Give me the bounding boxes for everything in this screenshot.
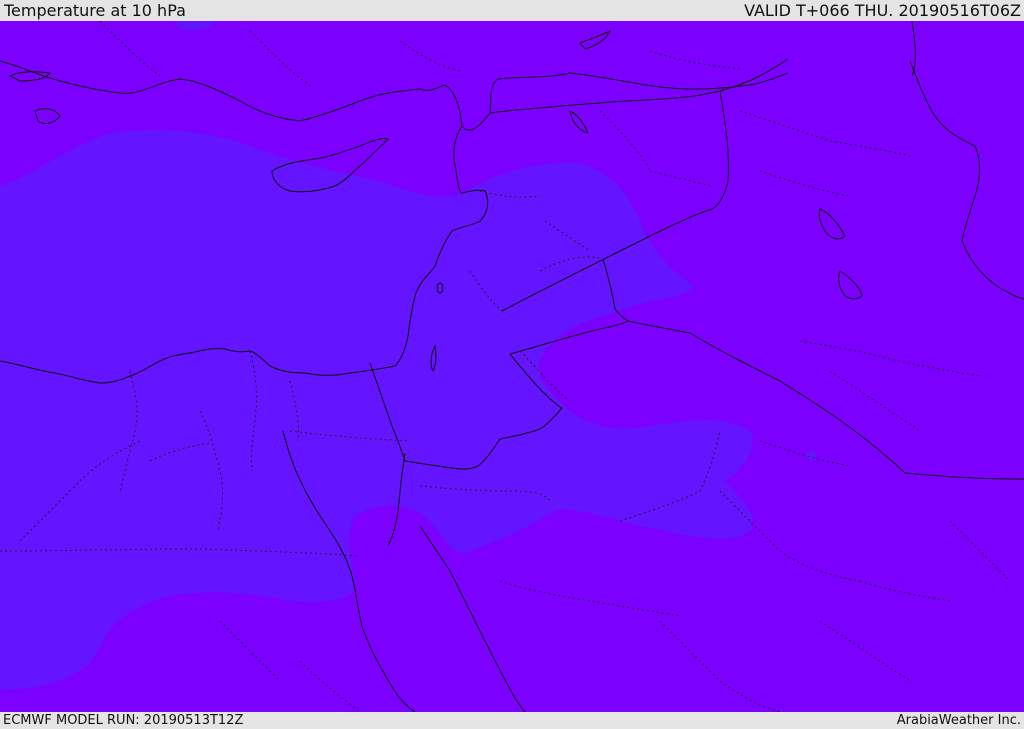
map-title: Temperature at 10 hPa	[4, 1, 186, 20]
cool-field-spot	[161, 232, 175, 240]
cool-field-dot	[806, 451, 816, 461]
weather-map-page: Temperature at 10 hPa VALID T+066 THU. 2…	[0, 0, 1024, 729]
provider-label: ArabiaWeather Inc.	[896, 713, 1021, 728]
map-header: Temperature at 10 hPa VALID T+066 THU. 2…	[0, 0, 1024, 21]
map-panel	[0, 21, 1024, 712]
map-footer: ECMWF MODEL RUN: 20190513T12Z ArabiaWeat…	[0, 712, 1024, 729]
model-run-label: ECMWF MODEL RUN: 20190513T12Z	[3, 713, 244, 728]
valid-time-label: VALID T+066 THU. 20190516T06Z	[744, 1, 1021, 20]
temperature-map	[0, 21, 1024, 712]
